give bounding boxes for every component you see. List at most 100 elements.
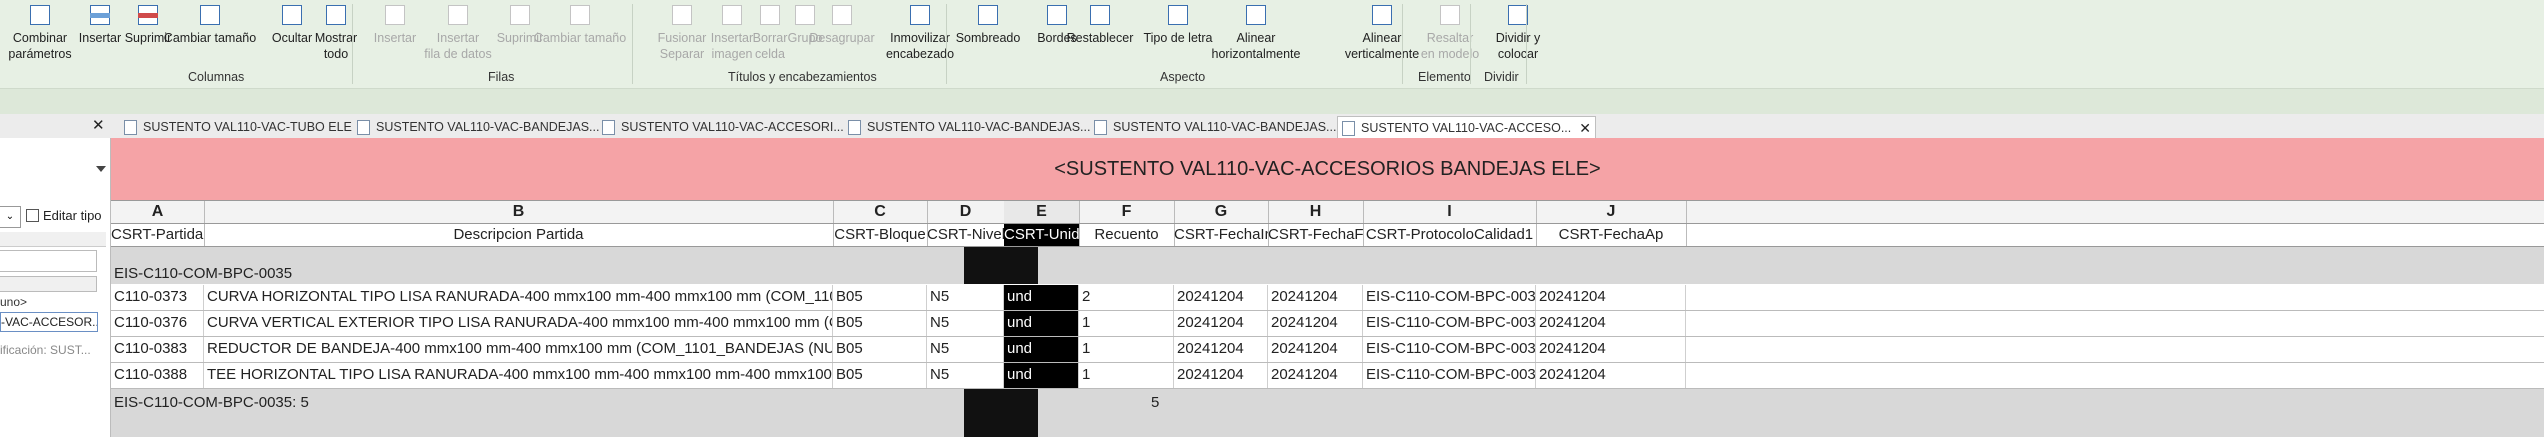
column-header-b[interactable]: Descripcion Partida (204, 224, 834, 246)
property-value[interactable]: ificación: SUST... (0, 343, 91, 357)
table-cell[interactable]: C110-0383 (111, 337, 204, 362)
type-dropdown[interactable]: ⌄ (0, 206, 21, 228)
table-cell[interactable]: 20241204 (1174, 311, 1268, 336)
table-cell[interactable]: 20241204 (1174, 363, 1268, 388)
ribbon-button-label: Restablecer (1066, 31, 1134, 45)
document-tab[interactable]: SUSTENTO VAL110-VAC-BANDEJAS... (353, 116, 603, 138)
restablecer-icon (1086, 2, 1114, 28)
cambiar-tamano-button[interactable]: Cambiar tamaño (164, 0, 256, 66)
inmovilizar-encabezado-button[interactable]: Inmovilizar encabezado (880, 0, 960, 66)
column-letter-c[interactable]: C (833, 201, 928, 223)
document-tab[interactable]: SUSTENTO VAL110-VAC-ACCESORI... (598, 116, 848, 138)
table-cell[interactable]: und (1004, 337, 1079, 362)
table-cell[interactable]: 1 (1079, 311, 1174, 336)
column-header-h[interactable]: CSRT-FechaFin1 (1268, 224, 1364, 246)
table-cell[interactable]: EIS-C110-COM-BPC-0035 (1363, 311, 1536, 336)
type-selector-chevron-icon[interactable] (96, 166, 106, 172)
tipo-de-letra-button[interactable]: Tipo de letra (1138, 0, 1218, 66)
cambiar-tamano-fila-button[interactable]: Cambiar tamaño (534, 0, 626, 66)
table-cell[interactable]: 2 (1079, 285, 1174, 310)
column-header-a[interactable]: CSRT-Partida1 (111, 224, 205, 246)
close-tab-icon[interactable]: ✕ (1579, 120, 1591, 137)
restablecer-button[interactable]: Restablecer (1067, 0, 1133, 66)
group-footer-count[interactable]: 5 (1151, 394, 1159, 411)
column-header-g[interactable]: CSRT-FechaInicio1 (1174, 224, 1269, 246)
desagrupar-button[interactable]: Desagrupar (809, 0, 875, 66)
table-cell[interactable]: REDUCTOR DE BANDEJA-400 mmx100 mm-400 mm… (204, 337, 833, 362)
table-cell[interactable]: CURVA HORIZONTAL TIPO LISA RANURADA-400 … (204, 285, 833, 310)
close-panel-icon[interactable]: ✕ (92, 116, 105, 134)
document-tab[interactable]: SUSTENTO VAL110-VAC-TUBO ELE (120, 116, 356, 138)
column-letter-d[interactable]: D (927, 201, 1005, 223)
table-row[interactable]: C110-0373 CURVA HORIZONTAL TIPO LISA RANU… (111, 285, 2544, 311)
document-tab[interactable]: SUSTENTO VAL110-VAC-BANDEJAS... (1090, 116, 1340, 138)
table-cell[interactable]: TEE HORIZONTAL TIPO LISA RANURADA-400 mm… (204, 363, 833, 388)
table-cell[interactable]: 20241204 (1268, 337, 1363, 362)
table-cell[interactable]: B05 (833, 311, 927, 336)
group-footer-label[interactable]: EIS-C110-COM-BPC-0035: 5 (114, 394, 309, 411)
mostrar-todo-button[interactable]: Mostrar todo (306, 0, 366, 66)
table-cell[interactable]: 20241204 (1536, 311, 1686, 336)
table-cell[interactable]: 20241204 (1268, 285, 1363, 310)
sombreado-button[interactable]: Sombreado (956, 0, 1020, 66)
table-cell[interactable]: EIS-C110-COM-BPC-0035 (1363, 363, 1536, 388)
table-cell[interactable]: 20241204 (1268, 363, 1363, 388)
table-cell[interactable]: CURVA VERTICAL EXTERIOR TIPO LISA RANURA… (204, 311, 833, 336)
alinear-horizontalmente-button[interactable]: Alinear horizontalmente (1212, 0, 1300, 66)
column-letter-e[interactable]: E (1004, 201, 1080, 223)
column-letter-i[interactable]: I (1363, 201, 1537, 223)
table-cell[interactable]: B05 (833, 285, 927, 310)
table-cell[interactable]: und (1004, 311, 1079, 336)
column-letter-f[interactable]: F (1079, 201, 1175, 223)
table-cell[interactable]: B05 (833, 363, 927, 388)
table-cell[interactable]: 20241204 (1174, 285, 1268, 310)
table-cell[interactable]: 1 (1079, 363, 1174, 388)
table-cell[interactable]: 20241204 (1268, 311, 1363, 336)
table-cell[interactable]: C110-0388 (111, 363, 204, 388)
insertar-fila-icon (381, 2, 409, 28)
column-letter-b[interactable]: B (204, 201, 834, 223)
insertar-fila-button[interactable]: Insertar (365, 0, 425, 66)
table-row[interactable]: C110-0376 CURVA VERTICAL EXTERIOR TIPO LI… (111, 311, 2544, 337)
table-cell[interactable]: N5 (927, 337, 1004, 362)
edit-type-button[interactable]: Editar tipo (26, 208, 102, 223)
column-letter-g[interactable]: G (1174, 201, 1269, 223)
table-cell[interactable]: N5 (927, 311, 1004, 336)
table-cell[interactable]: 1 (1079, 337, 1174, 362)
table-cell[interactable]: und (1004, 363, 1079, 388)
dividir-y-colocar-button[interactable]: Dividir y colocar (1478, 0, 1558, 66)
column-letter-j[interactable]: J (1536, 201, 1687, 223)
column-header-d[interactable]: CSRT-Nivel (927, 224, 1005, 246)
table-cell[interactable]: und (1004, 285, 1079, 310)
table-cell[interactable]: 20241204 (1536, 285, 1686, 310)
column-header-j[interactable]: CSRT-FechaAp (1536, 224, 1687, 246)
schedule-title[interactable]: <SUSTENTO VAL110-VAC-ACCESORIOS BANDEJAS… (111, 138, 2544, 201)
column-header-i[interactable]: CSRT-ProtocoloCalidad1 (1363, 224, 1537, 246)
column-letter-a[interactable]: A (111, 201, 205, 223)
table-cell[interactable]: EIS-C110-COM-BPC-0035 (1363, 337, 1536, 362)
table-cell[interactable]: C110-0373 (111, 285, 204, 310)
column-letter-h[interactable]: H (1268, 201, 1364, 223)
table-cell[interactable]: 20241204 (1536, 337, 1686, 362)
table-cell[interactable]: 20241204 (1536, 363, 1686, 388)
table-cell[interactable]: 20241204 (1174, 337, 1268, 362)
column-header-e[interactable]: CSRT-Unidad1 (1004, 224, 1080, 246)
selected-column-fill (964, 389, 1038, 437)
table-cell[interactable]: N5 (927, 363, 1004, 388)
table-row[interactable]: C110-0383 REDUCTOR DE BANDEJA-400 mmx100 … (111, 337, 2544, 363)
document-tab[interactable]: SUSTENTO VAL110-VAC-BANDEJAS... (844, 116, 1094, 138)
group-header[interactable]: EIS-C110-COM-BPC-0035 (114, 265, 292, 282)
table-cell[interactable]: C110-0376 (111, 311, 204, 336)
property-value[interactable]: -VAC-ACCESOR... (0, 312, 98, 332)
combinar-parametros-button[interactable]: Combinar parámetros (0, 0, 80, 66)
ribbon-button-label: Combinar parámetros (8, 31, 72, 61)
column-header-c[interactable]: CSRT-Bloque (833, 224, 928, 246)
property-value[interactable]: uno> (0, 295, 27, 309)
column-header-f[interactable]: Recuento (1079, 224, 1175, 246)
table-cell[interactable]: EIS-C110-COM-BPC-0035 (1363, 285, 1536, 310)
document-tab[interactable]: SUSTENTO VAL110-VAC-ACCESO... ✕ (1337, 116, 1596, 139)
table-cell[interactable]: B05 (833, 337, 927, 362)
insertar-fila-datos-button[interactable]: Insertar fila de datos (418, 0, 498, 66)
table-cell[interactable]: N5 (927, 285, 1004, 310)
table-row[interactable]: C110-0388 TEE HORIZONTAL TIPO LISA RANURA… (111, 363, 2544, 389)
